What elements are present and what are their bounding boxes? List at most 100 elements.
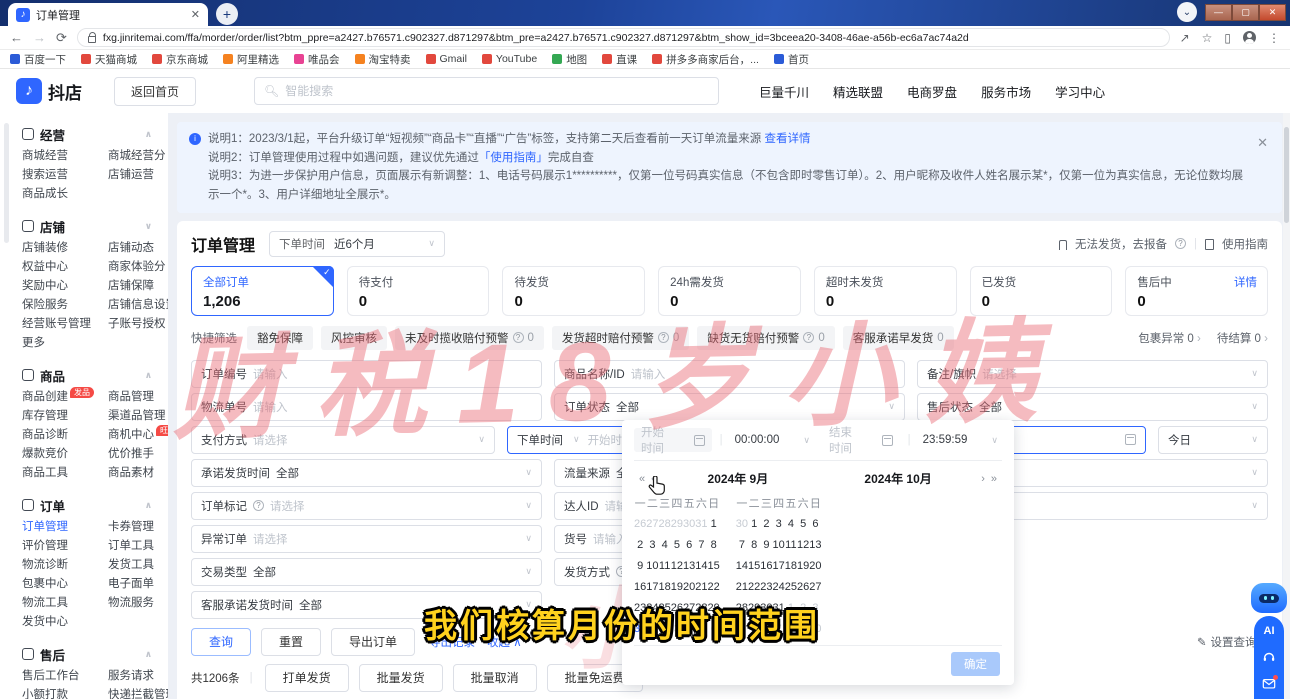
calendar-day[interactable]: 15 bbox=[708, 556, 720, 576]
calendar-day[interactable]: 2 bbox=[659, 619, 671, 639]
collapse-link[interactable]: 收起 ∧ bbox=[487, 634, 522, 650]
back-home-button[interactable]: 返回首页 bbox=[114, 77, 196, 106]
calendar-day[interactable]: 11 bbox=[659, 556, 671, 576]
pending-settle-link[interactable]: 待结算 0 › bbox=[1217, 330, 1268, 346]
sidebar-item[interactable]: 商品素材 bbox=[108, 464, 168, 483]
calendar-day[interactable]: 7 bbox=[773, 619, 785, 639]
calendar-day[interactable]: 23 bbox=[634, 598, 646, 618]
sidebar-item[interactable]: 优价推手 bbox=[108, 445, 168, 464]
sidebar-item[interactable]: 小额打款 bbox=[22, 686, 108, 699]
calendar-day[interactable]: 1 bbox=[646, 619, 658, 639]
customer-service-icon[interactable] bbox=[1262, 650, 1276, 664]
sidebar-item[interactable]: 经营账号管理 bbox=[22, 315, 108, 334]
card-pending-shipment[interactable]: 待发货0 bbox=[502, 266, 645, 316]
calendar-day[interactable]: 20 bbox=[683, 577, 695, 597]
calendar-day[interactable]: 2 bbox=[634, 535, 646, 555]
order-no-field[interactable]: 订单编号请输入 bbox=[191, 360, 542, 388]
sidebar-item[interactable]: 物流服务 bbox=[108, 594, 168, 613]
calendar-day[interactable]: 24 bbox=[646, 598, 658, 618]
calendar-day[interactable]: 18 bbox=[785, 556, 797, 576]
calendar-day[interactable]: 4 bbox=[736, 619, 748, 639]
profile-avatar[interactable] bbox=[1243, 31, 1256, 44]
bookmark-item[interactable]: YouTube bbox=[482, 53, 537, 65]
sidebar-item[interactable]: 发货中心 bbox=[22, 613, 108, 632]
nav-search-box[interactable]: 🔍︎ bbox=[254, 77, 719, 105]
window-maximize-button[interactable]: ▢ bbox=[1232, 4, 1259, 21]
usage-guide-link[interactable]: 「使用指南」 bbox=[479, 152, 548, 164]
order-status-select[interactable]: 订单状态全部∨ bbox=[554, 393, 905, 421]
address-bar[interactable]: fxg.jinritemai.com/ffa/morder/order/list… bbox=[77, 28, 1170, 47]
prev-year-icon[interactable]: « bbox=[636, 473, 648, 485]
calendar-day[interactable]: 26 bbox=[671, 598, 683, 618]
calendar-day[interactable]: 24 bbox=[773, 577, 785, 597]
calendar-day[interactable]: 29 bbox=[748, 598, 760, 618]
export-orders-button[interactable]: 导出订单 bbox=[331, 628, 415, 656]
sidebar-item[interactable]: 订单管理 bbox=[22, 518, 108, 537]
calendar-day[interactable]: 10 bbox=[646, 556, 658, 576]
chip-pickup-warning[interactable]: 未及时揽收赔付预警?0 bbox=[395, 326, 544, 350]
calendar-day[interactable]: 7 bbox=[695, 535, 707, 555]
abnormal-order-select[interactable]: 异常订单请选择∨ bbox=[191, 525, 542, 553]
order-mark-select[interactable]: 订单标记?请选择∨ bbox=[191, 492, 542, 520]
calendar-day[interactable]: 4 bbox=[785, 514, 797, 534]
new-tab-button[interactable]: + bbox=[216, 3, 238, 25]
sidebar-item[interactable]: 售后工作台 bbox=[22, 667, 108, 686]
calendar-day[interactable]: 27 bbox=[683, 598, 695, 618]
calendar-day[interactable]: 1 bbox=[708, 514, 720, 534]
calendar-day[interactable]: 9 bbox=[797, 619, 809, 639]
bookmark-item[interactable]: 京东商城 bbox=[152, 52, 208, 67]
bookmark-item[interactable]: 拼多多商家后台，... bbox=[652, 52, 759, 67]
card-shipped[interactable]: 已发货0 bbox=[970, 266, 1113, 316]
calendar-day[interactable]: 18 bbox=[659, 577, 671, 597]
calendar-day[interactable]: 7 bbox=[736, 535, 748, 555]
calendar-day[interactable]: 30 bbox=[634, 619, 646, 639]
view-detail-link[interactable]: 查看详情 bbox=[765, 133, 811, 145]
bookmark-item[interactable]: 直课 bbox=[602, 52, 637, 67]
notice-close-icon[interactable]: ✕ bbox=[1257, 132, 1268, 153]
calendar-day[interactable]: 9 bbox=[634, 556, 646, 576]
sidebar-item[interactable]: 物流工具 bbox=[22, 594, 108, 613]
product-field[interactable]: 商品名称/ID请输入 bbox=[554, 360, 905, 388]
sidebar-item[interactable]: 店铺信息设置 bbox=[108, 296, 168, 315]
sidebar-item[interactable]: 服务请求 bbox=[108, 667, 168, 686]
calendar-day[interactable]: 9 bbox=[760, 535, 772, 555]
ai-button[interactable]: AI bbox=[1264, 625, 1275, 637]
tracking-no-field[interactable]: 物流单号请输入 bbox=[191, 393, 542, 421]
print-ship-button[interactable]: 打单发货 bbox=[265, 664, 349, 692]
sidebar-item[interactable]: 店铺动态 bbox=[108, 239, 168, 258]
collapse-icon[interactable]: ∧ bbox=[145, 370, 152, 381]
calendar-day[interactable]: 16 bbox=[760, 556, 772, 576]
bookmark-item[interactable]: 阿里精选 bbox=[223, 52, 279, 67]
sidebar-item[interactable]: 渠道品管理 bbox=[108, 407, 168, 426]
chip-stockout-warning[interactable]: 缺货无货赔付预警?0 bbox=[697, 326, 834, 350]
card-aftersale[interactable]: 售后中0详情 bbox=[1125, 266, 1268, 316]
calendar-day[interactable]: 27 bbox=[646, 514, 658, 534]
end-date-input[interactable]: 结束时间 bbox=[822, 428, 900, 452]
batch-ship-button[interactable]: 批量发货 bbox=[359, 664, 443, 692]
confirm-button[interactable]: 确定 bbox=[951, 652, 1000, 676]
forward-icon[interactable]: → bbox=[33, 30, 46, 45]
sidebar-item[interactable]: 商品创建发品 bbox=[22, 388, 108, 407]
sidebar-item[interactable]: 商城经营 bbox=[22, 147, 108, 166]
calendar-day[interactable]: 2 bbox=[760, 514, 772, 534]
calendar-day[interactable]: 21 bbox=[736, 577, 748, 597]
calendar-day[interactable]: 23 bbox=[760, 577, 772, 597]
calendar-day[interactable]: 19 bbox=[671, 577, 683, 597]
sidebar-item[interactable]: 商家体验分 bbox=[108, 258, 168, 277]
calendar-day[interactable]: 5 bbox=[671, 535, 683, 555]
calendar-day[interactable]: 30 bbox=[736, 514, 748, 534]
export-log-link[interactable]: 导出记录 bbox=[429, 634, 475, 650]
sidebar-item[interactable]: 快递拦截管理 bbox=[108, 686, 168, 699]
share-icon[interactable]: ↗ bbox=[1180, 31, 1190, 45]
help-icon[interactable]: ? bbox=[1175, 238, 1186, 249]
nav-link[interactable]: 电商罗盘 bbox=[907, 82, 957, 101]
nav-link[interactable]: 学习中心 bbox=[1055, 82, 1105, 101]
bookmark-item[interactable]: 唯品会 bbox=[294, 52, 340, 67]
calendar-day[interactable]: 6 bbox=[683, 535, 695, 555]
end-time-select[interactable]: 23:59:59∨ bbox=[919, 428, 1002, 452]
bookmark-item[interactable]: 天猫商城 bbox=[81, 52, 137, 67]
calendar-day[interactable]: 25 bbox=[785, 577, 797, 597]
bookmark-item[interactable]: 地图 bbox=[552, 52, 587, 67]
calendar-day[interactable]: 29 bbox=[671, 514, 683, 534]
chip-cs-early-ship[interactable]: 客服承诺早发货0 bbox=[843, 326, 954, 350]
